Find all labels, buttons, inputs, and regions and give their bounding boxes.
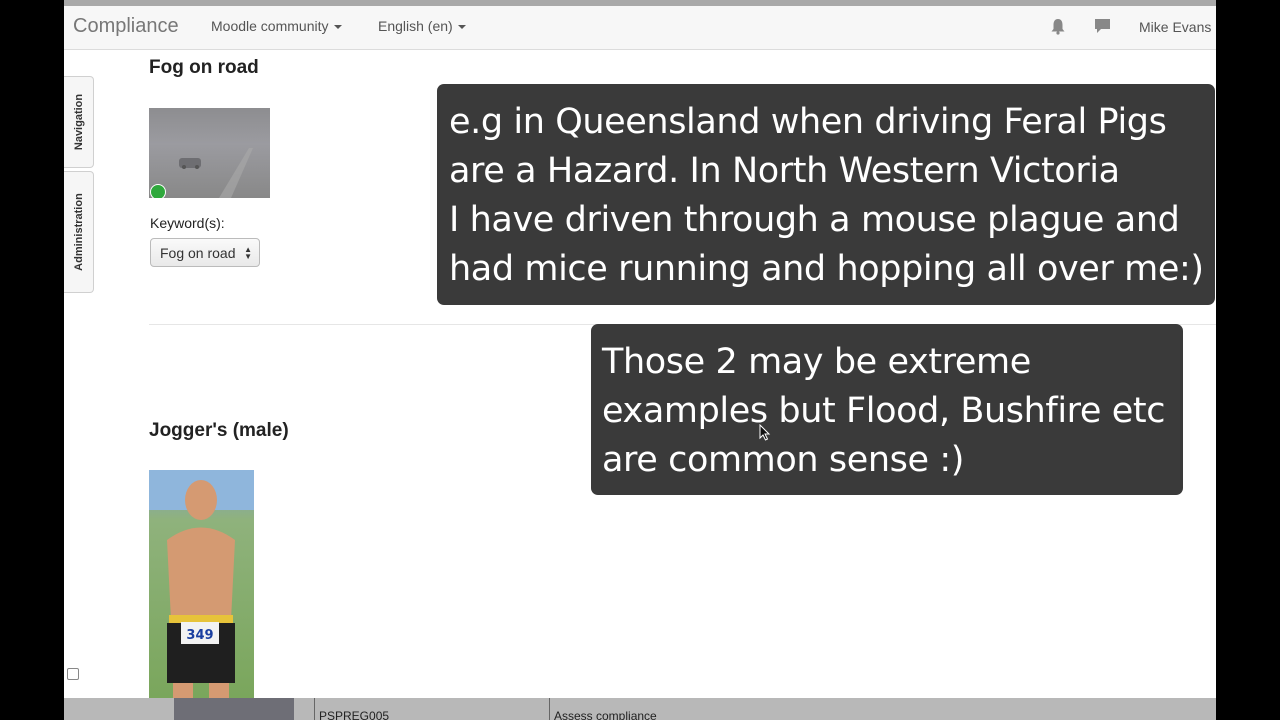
navbar: Compliance Moodle community English (en)… xyxy=(64,6,1216,50)
select-arrows-icon: ▲ ▼ xyxy=(244,245,252,261)
menu-label: English (en) xyxy=(378,18,453,34)
menu-moodle-community[interactable]: Moodle community xyxy=(211,18,342,34)
item-heading-jogger: Jogger's (male) xyxy=(149,420,289,441)
keyword-label: Keyword(s): xyxy=(150,215,225,231)
bell-icon[interactable] xyxy=(1050,18,1066,40)
navigation-tab[interactable]: Navigation xyxy=(64,76,94,168)
overlay-caption-2: Those 2 may be extreme examples but Floo… xyxy=(591,324,1183,495)
item-heading-fog: Fog on road xyxy=(149,57,259,78)
navigation-tab-label: Navigation xyxy=(72,93,85,151)
keyword-select[interactable]: Fog on road ▲ ▼ xyxy=(150,238,260,267)
badge-icon xyxy=(150,184,166,198)
mouse-cursor-icon xyxy=(759,424,771,441)
user-menu[interactable]: Mike Evans xyxy=(1139,19,1211,35)
caret-down-icon xyxy=(457,25,466,30)
bottom-cell-code: PSPREG005 xyxy=(314,698,549,720)
administration-tab-label: Administration xyxy=(72,193,85,271)
bottom-cell-dark xyxy=(174,698,294,720)
overlay-caption-1: e.g in Queensland when driving Feral Pig… xyxy=(437,84,1215,305)
chat-icon[interactable] xyxy=(1094,18,1111,39)
jogger-image[interactable]: 349 xyxy=(149,470,254,698)
browser-viewport: Compliance Moodle community English (en)… xyxy=(64,0,1216,720)
keyword-select-value: Fog on road xyxy=(160,245,236,261)
bib-number: 349 xyxy=(186,628,213,643)
caret-down-icon xyxy=(333,25,342,30)
bottom-cell-title: Assess compliance xyxy=(549,698,849,720)
administration-tab[interactable]: Administration xyxy=(64,171,94,293)
menu-label: Moodle community xyxy=(211,18,329,34)
fog-road-image[interactable] xyxy=(149,108,270,198)
bottom-table-strip: PSPREG005 Assess compliance xyxy=(64,698,1216,720)
dock-toggle-icon[interactable] xyxy=(67,668,79,680)
site-brand[interactable]: Compliance xyxy=(73,15,179,38)
menu-language[interactable]: English (en) xyxy=(378,18,466,34)
